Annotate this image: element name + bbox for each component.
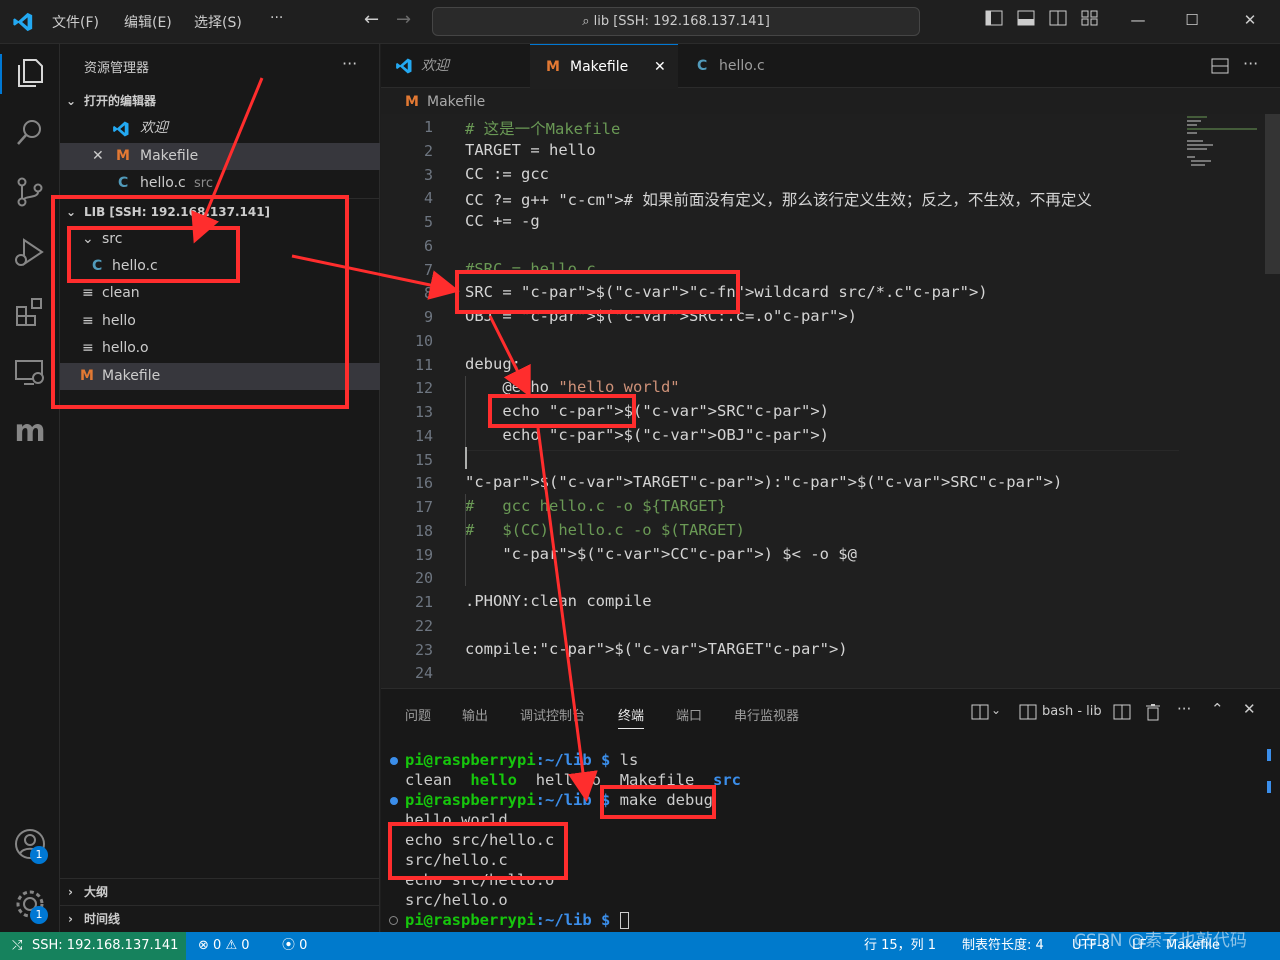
annotation-arrows [191, 77, 598, 802]
